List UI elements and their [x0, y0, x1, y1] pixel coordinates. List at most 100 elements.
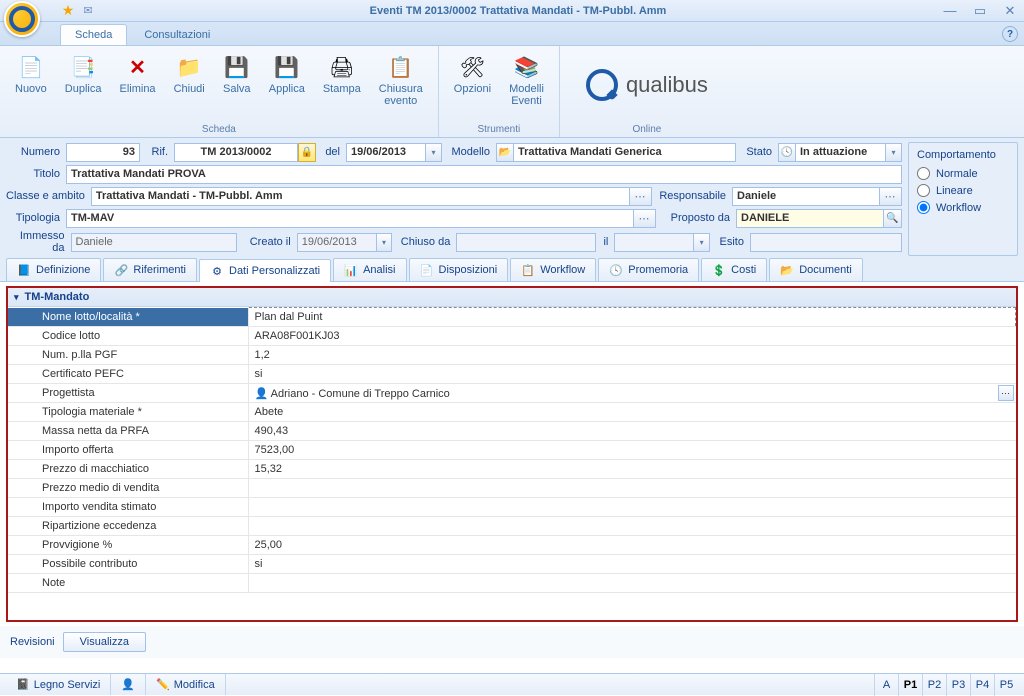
brand-logo[interactable]: qualibus	[566, 69, 728, 101]
property-row[interactable]: Importo vendita stimato	[8, 498, 1016, 517]
property-value[interactable]: 1,2	[248, 346, 1016, 365]
property-row[interactable]: Note	[8, 574, 1016, 593]
tab-analisi[interactable]: 📊Analisi	[333, 258, 406, 281]
stato-input[interactable]	[796, 143, 886, 162]
property-value[interactable]: 👤 Adriano - Comune di Treppo Carnico⋯	[248, 384, 1016, 403]
property-value[interactable]	[248, 498, 1016, 517]
radio-workflow[interactable]: Workflow	[917, 201, 1009, 214]
property-row[interactable]: Tipologia materiale *Abete	[8, 403, 1016, 422]
close-button[interactable]: ✕	[1000, 3, 1020, 19]
page-P1[interactable]: P1	[898, 674, 922, 696]
property-value[interactable]: si	[248, 555, 1016, 574]
tipologia-input[interactable]	[66, 209, 634, 228]
classe-input[interactable]	[91, 187, 630, 206]
tab-scheda[interactable]: Scheda	[60, 24, 127, 45]
page-A[interactable]: A	[874, 674, 898, 696]
delete-icon: ✕	[124, 53, 152, 81]
chiusura-evento-button[interactable]: 📋Chiusura evento	[370, 48, 432, 112]
il-dropdown[interactable]: ▾	[694, 233, 710, 252]
property-row[interactable]: Nome lotto/località *Plan dal Puint	[8, 308, 1016, 327]
property-row[interactable]: Provvigione %25,00	[8, 536, 1016, 555]
property-value[interactable]: 7523,00	[248, 441, 1016, 460]
tab-definizione[interactable]: 📘Definizione	[6, 258, 101, 281]
modello-input[interactable]	[514, 143, 736, 162]
classe-picker[interactable]: ⋯	[630, 187, 652, 206]
rif-input[interactable]	[174, 143, 298, 162]
tab-disposizioni[interactable]: 📄Disposizioni	[409, 258, 509, 281]
property-value[interactable]: ARA08F001KJ03	[248, 327, 1016, 346]
property-row[interactable]: Importo offerta7523,00	[8, 441, 1016, 460]
property-value[interactable]	[248, 479, 1016, 498]
radio-normale[interactable]: Normale	[917, 167, 1009, 180]
applica-button[interactable]: 💾Applica	[260, 48, 314, 100]
property-row[interactable]: Possibile contributosi	[8, 555, 1016, 574]
radio-lineare[interactable]: Lineare	[917, 184, 1009, 197]
visualizza-button[interactable]: Visualizza	[63, 632, 146, 652]
page-P3[interactable]: P3	[946, 674, 970, 696]
tab-consultazioni[interactable]: Consultazioni	[129, 24, 225, 45]
status-modifica[interactable]: ✏️Modifica	[146, 674, 226, 695]
status-context[interactable]: 📓Legno Servizi	[6, 674, 111, 695]
tab-riferimenti[interactable]: 🔗Riferimenti	[103, 258, 197, 281]
page-P5[interactable]: P5	[994, 674, 1018, 696]
tab-documenti[interactable]: 📂Documenti	[769, 258, 863, 281]
tab-costi[interactable]: 💲Costi	[701, 258, 767, 281]
titolo-input[interactable]	[66, 165, 902, 184]
help-icon[interactable]: ?	[1002, 26, 1018, 42]
creato-dropdown[interactable]: ▾	[377, 233, 393, 252]
del-date-dropdown[interactable]: ▾	[426, 143, 442, 162]
qat-favorite-icon[interactable]: ★	[60, 3, 76, 19]
salva-button[interactable]: 💾Salva	[214, 48, 260, 100]
property-row[interactable]: Num. p.lla PGF1,2	[8, 346, 1016, 365]
maximize-button[interactable]: ▭	[970, 3, 990, 19]
tab-promemoria[interactable]: 🕓Promemoria	[598, 258, 699, 281]
proposto-input[interactable]	[736, 209, 884, 228]
tipologia-picker[interactable]: ⋯	[634, 209, 656, 228]
property-row[interactable]: Codice lottoARA08F001KJ03	[8, 327, 1016, 346]
opzioni-button[interactable]: 🛠Opzioni	[445, 48, 500, 100]
elimina-button[interactable]: ✕Elimina	[110, 48, 164, 100]
property-value[interactable]	[248, 517, 1016, 536]
property-row[interactable]: Prezzo medio di vendita	[8, 479, 1016, 498]
analysis-icon: 📊	[344, 263, 358, 277]
property-value[interactable]: si	[248, 365, 1016, 384]
proposto-search-icon[interactable]: 🔍	[884, 209, 902, 228]
property-value[interactable]: 15,32	[248, 460, 1016, 479]
stato-dropdown[interactable]: ▾	[886, 143, 902, 162]
tab-workflow[interactable]: 📋Workflow	[510, 258, 596, 281]
property-row[interactable]: Ripartizione eccedenza	[8, 517, 1016, 536]
property-group-header[interactable]: ▾ TM-Mandato	[8, 288, 1016, 307]
property-value[interactable]	[248, 574, 1016, 593]
property-value[interactable]: Abete	[248, 403, 1016, 422]
page-P2[interactable]: P2	[922, 674, 946, 696]
page-P4[interactable]: P4	[970, 674, 994, 696]
property-value[interactable]: Plan dal Puint	[248, 308, 1016, 327]
responsabile-input[interactable]	[732, 187, 880, 206]
chiudi-button[interactable]: 📁Chiudi	[165, 48, 214, 100]
nuovo-button[interactable]: 📄Nuovo	[6, 48, 56, 100]
value-picker[interactable]: ⋯	[998, 385, 1014, 401]
rif-label: Rif.	[140, 146, 174, 158]
modelli-eventi-button[interactable]: 📚Modelli Eventi	[500, 48, 553, 112]
property-row[interactable]: Massa netta da PRFA490,43	[8, 422, 1016, 441]
responsabile-picker[interactable]: ⋯	[880, 187, 902, 206]
lock-icon[interactable]: 🔒	[298, 143, 316, 162]
tab-dati-personalizzati[interactable]: ⚙Dati Personalizzati	[199, 259, 331, 282]
stato-icon: 🕓	[778, 143, 796, 162]
app-logo[interactable]	[4, 1, 40, 37]
duplica-button[interactable]: 📑Duplica	[56, 48, 111, 100]
numero-input[interactable]	[66, 143, 140, 162]
stampa-button[interactable]: 🖨Stampa	[314, 48, 370, 100]
property-value[interactable]: 25,00	[248, 536, 1016, 555]
property-value[interactable]: 490,43	[248, 422, 1016, 441]
group-name: TM-Mandato	[25, 291, 90, 303]
property-row[interactable]: Prezzo di macchiatico15,32	[8, 460, 1016, 479]
qat-mail-icon[interactable]: ✉	[80, 3, 96, 19]
del-date-input[interactable]	[346, 143, 426, 162]
status-user[interactable]: 👤	[111, 674, 146, 695]
property-name: Num. p.lla PGF	[8, 346, 248, 365]
property-row[interactable]: Certificato PEFCsi	[8, 365, 1016, 384]
modello-folder-icon[interactable]: 📂	[496, 143, 514, 162]
minimize-button[interactable]: —	[940, 3, 960, 19]
property-row[interactable]: Progettista👤 Adriano - Comune di Treppo …	[8, 384, 1016, 403]
